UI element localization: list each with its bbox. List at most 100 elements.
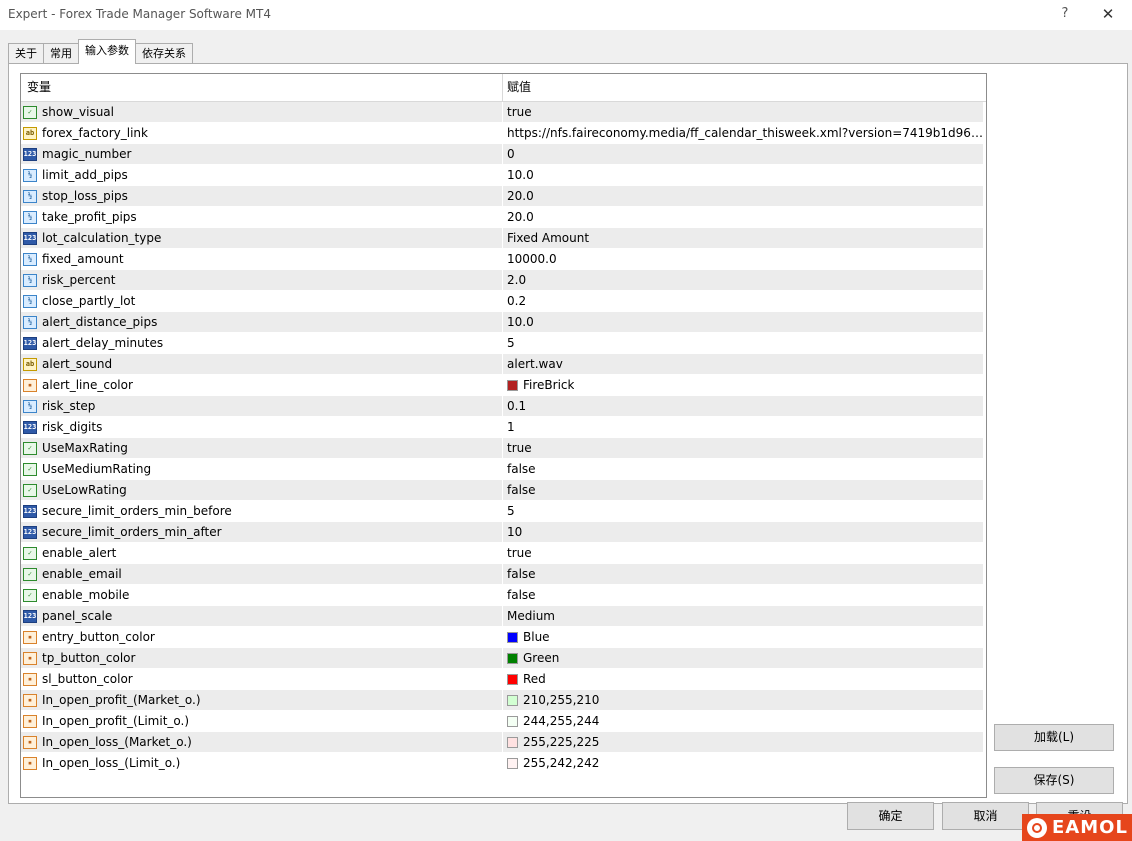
variable-cell[interactable]: ▪ sl_button_color <box>21 669 503 689</box>
value-cell[interactable]: 244,255,244 <box>503 711 983 731</box>
variable-cell[interactable]: ✓ show_visual <box>21 102 503 122</box>
variable-cell[interactable]: 123 magic_number <box>21 144 503 164</box>
table-row[interactable]: ½ risk_step 0.1 <box>21 396 986 417</box>
cancel-button[interactable]: 取消 <box>942 802 1029 830</box>
value-cell[interactable]: FireBrick <box>503 375 983 395</box>
value-cell[interactable]: 20.0 <box>503 186 983 206</box>
column-header-value[interactable]: 赋值 <box>503 74 531 101</box>
value-cell[interactable]: Green <box>503 648 983 668</box>
value-cell[interactable]: true <box>503 543 983 563</box>
help-button[interactable]: ? <box>1056 4 1074 24</box>
table-row[interactable]: 123 risk_digits 1 <box>21 417 986 438</box>
table-row[interactable]: ab forex_factory_link https://nfs.fairecon… <box>21 123 986 144</box>
variable-cell[interactable]: 123 risk_digits <box>21 417 503 437</box>
load-button[interactable]: 加载(L) <box>994 724 1114 751</box>
table-row[interactable]: ▪ In_open_profit_(Limit_o.) 244,255,244 <box>21 711 986 732</box>
tab-about[interactable]: 关于 <box>8 43 44 64</box>
value-cell[interactable]: 10000.0 <box>503 249 983 269</box>
variable-cell[interactable]: ½ alert_distance_pips <box>21 312 503 332</box>
table-row[interactable]: ▪ alert_line_color FireBrick <box>21 375 986 396</box>
table-row[interactable]: ▪ In_open_loss_(Market_o.) 255,225,225 <box>21 732 986 753</box>
variable-cell[interactable]: ½ stop_loss_pips <box>21 186 503 206</box>
variable-cell[interactable]: ▪ In_open_profit_(Limit_o.) <box>21 711 503 731</box>
value-cell[interactable]: false <box>503 480 983 500</box>
tab-inputs[interactable]: 输入参数 <box>78 39 136 64</box>
table-row[interactable]: ½ fixed_amount 10000.0 <box>21 249 986 270</box>
table-row[interactable]: 123 secure_limit_orders_min_after 10 <box>21 522 986 543</box>
table-row[interactable]: ½ take_profit_pips 20.0 <box>21 207 986 228</box>
value-cell[interactable]: 255,225,225 <box>503 732 983 752</box>
variable-cell[interactable]: ▪ entry_button_color <box>21 627 503 647</box>
variable-cell[interactable]: ▪ In_open_loss_(Limit_o.) <box>21 753 503 773</box>
table-row[interactable]: ▪ sl_button_color Red <box>21 669 986 690</box>
table-row[interactable]: ✓ UseLowRating false <box>21 480 986 501</box>
variable-cell[interactable]: ✓ enable_email <box>21 564 503 584</box>
table-row[interactable]: ab alert_sound alert.wav <box>21 354 986 375</box>
table-row[interactable]: ✓ UseMediumRating false <box>21 459 986 480</box>
value-cell[interactable]: 2.0 <box>503 270 983 290</box>
variable-cell[interactable]: ab alert_sound <box>21 354 503 374</box>
variable-cell[interactable]: 123 panel_scale <box>21 606 503 626</box>
variable-cell[interactable]: ✓ enable_alert <box>21 543 503 563</box>
value-cell[interactable]: 5 <box>503 501 983 521</box>
value-cell[interactable]: 210,255,210 <box>503 690 983 710</box>
variable-cell[interactable]: 123 secure_limit_orders_min_after <box>21 522 503 542</box>
table-row[interactable]: ▪ In_open_loss_(Limit_o.) 255,242,242 <box>21 753 986 774</box>
value-cell[interactable]: 1 <box>503 417 983 437</box>
value-cell[interactable]: alert.wav <box>503 354 983 374</box>
variable-cell[interactable]: ▪ alert_line_color <box>21 375 503 395</box>
table-row[interactable]: ½ stop_loss_pips 20.0 <box>21 186 986 207</box>
value-cell[interactable]: false <box>503 564 983 584</box>
variable-cell[interactable]: ½ limit_add_pips <box>21 165 503 185</box>
table-row[interactable]: ✓ enable_alert true <box>21 543 986 564</box>
tab-common[interactable]: 常用 <box>43 43 79 64</box>
table-row[interactable]: ½ alert_distance_pips 10.0 <box>21 312 986 333</box>
variable-cell[interactable]: 123 secure_limit_orders_min_before <box>21 501 503 521</box>
variable-cell[interactable]: ½ fixed_amount <box>21 249 503 269</box>
table-row[interactable]: ▪ In_open_profit_(Market_o.) 210,255,210 <box>21 690 986 711</box>
table-row[interactable]: 123 panel_scale Medium <box>21 606 986 627</box>
value-cell[interactable]: 255,242,242 <box>503 753 983 773</box>
variable-cell[interactable]: 123 alert_delay_minutes <box>21 333 503 353</box>
value-cell[interactable]: Fixed Amount <box>503 228 983 248</box>
variable-cell[interactable]: 123 lot_calculation_type <box>21 228 503 248</box>
save-button[interactable]: 保存(S) <box>994 767 1114 794</box>
table-row[interactable]: 123 secure_limit_orders_min_before 5 <box>21 501 986 522</box>
variable-cell[interactable]: ½ risk_percent <box>21 270 503 290</box>
variable-cell[interactable]: ✓ UseLowRating <box>21 480 503 500</box>
value-cell[interactable]: 20.0 <box>503 207 983 227</box>
value-cell[interactable]: 5 <box>503 333 983 353</box>
variable-cell[interactable]: ✓ UseMaxRating <box>21 438 503 458</box>
variable-cell[interactable]: ½ close_partly_lot <box>21 291 503 311</box>
value-cell[interactable]: Red <box>503 669 983 689</box>
variable-cell[interactable]: ✓ enable_mobile <box>21 585 503 605</box>
ok-button[interactable]: 确定 <box>847 802 934 830</box>
table-row[interactable]: ▪ tp_button_color Green <box>21 648 986 669</box>
variable-cell[interactable]: ab forex_factory_link <box>21 123 503 143</box>
variable-cell[interactable]: ½ take_profit_pips <box>21 207 503 227</box>
value-cell[interactable]: false <box>503 459 983 479</box>
value-cell[interactable]: 0.2 <box>503 291 983 311</box>
table-row[interactable]: ½ limit_add_pips 10.0 <box>21 165 986 186</box>
variable-cell[interactable]: ▪ In_open_profit_(Market_o.) <box>21 690 503 710</box>
value-cell[interactable]: 0 <box>503 144 983 164</box>
table-row[interactable]: 123 lot_calculation_type Fixed Amount <box>21 228 986 249</box>
table-row[interactable]: 123 alert_delay_minutes 5 <box>21 333 986 354</box>
table-row[interactable]: 123 magic_number 0 <box>21 144 986 165</box>
table-row[interactable]: ✓ enable_email false <box>21 564 986 585</box>
table-row[interactable]: ✓ enable_mobile false <box>21 585 986 606</box>
value-cell[interactable]: Blue <box>503 627 983 647</box>
close-button[interactable]: ✕ <box>1098 4 1118 24</box>
value-cell[interactable]: false <box>503 585 983 605</box>
variable-cell[interactable]: ½ risk_step <box>21 396 503 416</box>
table-row[interactable]: ½ close_partly_lot 0.2 <box>21 291 986 312</box>
table-row[interactable]: ✓ UseMaxRating true <box>21 438 986 459</box>
variable-cell[interactable]: ▪ In_open_loss_(Market_o.) <box>21 732 503 752</box>
tab-dependencies[interactable]: 依存关系 <box>135 43 193 64</box>
value-cell[interactable]: https://nfs.faireconomy.media/ff_calenda… <box>503 123 983 143</box>
value-cell[interactable]: Medium <box>503 606 983 626</box>
variable-cell[interactable]: ✓ UseMediumRating <box>21 459 503 479</box>
column-header-variable[interactable]: 变量 <box>21 74 503 101</box>
value-cell[interactable]: 0.1 <box>503 396 983 416</box>
value-cell[interactable]: 10 <box>503 522 983 542</box>
